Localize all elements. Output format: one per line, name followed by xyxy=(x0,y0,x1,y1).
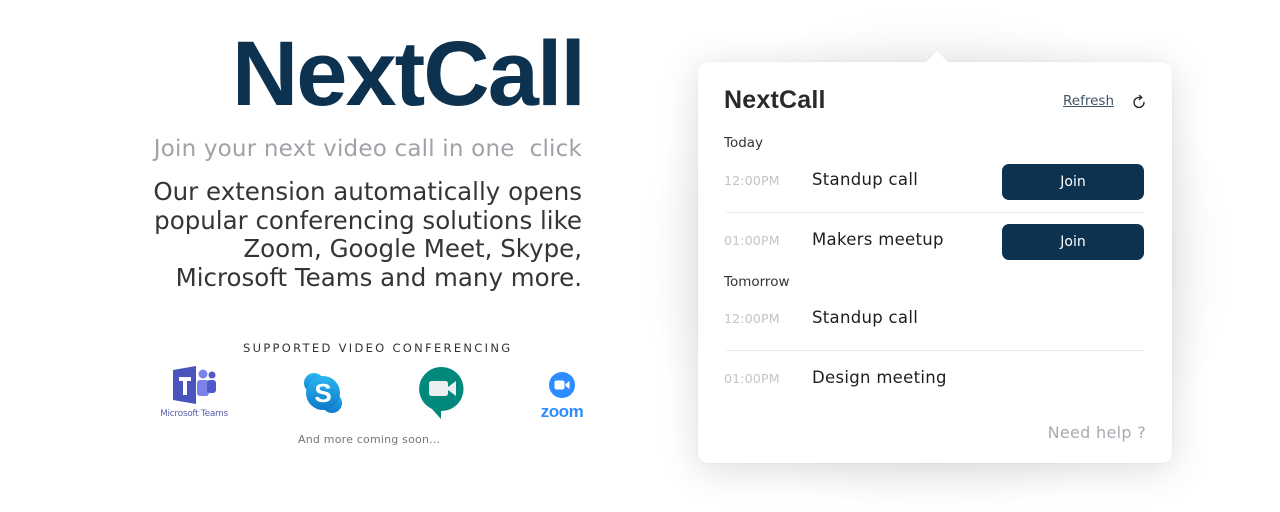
event-time: 01:00PM xyxy=(724,371,780,386)
event-row: 12:00PM Standup call xyxy=(724,302,1144,338)
zoom-icon xyxy=(549,372,575,398)
supported-title: SUPPORTED VIDEO CONFERENCING xyxy=(243,341,513,355)
event-row: 12:00PM Standup call Join xyxy=(724,164,1144,200)
join-button[interactable]: Join xyxy=(1002,164,1144,200)
logo-skype: S xyxy=(303,372,343,418)
refresh-icon[interactable] xyxy=(1130,93,1148,111)
join-button[interactable]: Join xyxy=(1002,224,1144,260)
description-line: popular conferencing solutions like xyxy=(154,205,582,235)
event-name: Standup call xyxy=(812,308,919,327)
event-time: 12:00PM xyxy=(724,311,780,326)
description-line: Microsoft Teams and many more. xyxy=(175,262,582,292)
event-row: 01:00PM Makers meetup Join xyxy=(724,224,1144,260)
teams-label: Microsoft Teams xyxy=(160,409,228,419)
google-meet-icon xyxy=(419,366,464,419)
hero-tagline: Join your next video call in one click xyxy=(153,136,582,162)
divider xyxy=(726,350,1144,351)
microsoft-teams-icon xyxy=(173,366,216,404)
event-name: Makers meetup xyxy=(812,230,944,249)
event-name: Standup call xyxy=(812,170,919,189)
hero-section: NextCall Join your next video call in on… xyxy=(0,0,600,512)
zoom-label: zoom xyxy=(540,402,584,421)
event-time: 12:00PM xyxy=(724,173,780,188)
extension-popup: NextCall Refresh Today 12:00PM Standup c… xyxy=(698,51,1172,463)
event-time: 01:00PM xyxy=(724,233,780,248)
popup-title: NextCall xyxy=(724,86,826,114)
section-label-tomorrow: Tomorrow xyxy=(724,274,790,290)
need-help-link[interactable]: Need help ? xyxy=(1048,423,1146,442)
logo-microsoft-teams: Microsoft Teams xyxy=(156,366,232,419)
skype-icon: S xyxy=(304,373,342,413)
section-label-today: Today xyxy=(724,135,764,151)
hero-title: NextCall xyxy=(231,23,586,125)
logo-zoom: zoom xyxy=(535,372,589,420)
svg-text:S: S xyxy=(314,378,331,408)
description-line: Zoom, Google Meet, Skype, xyxy=(243,234,582,263)
more-coming-soon: And more coming soon... xyxy=(298,433,441,446)
description-line: Our extension automatically opens xyxy=(153,177,582,206)
popup-arrow xyxy=(925,51,949,63)
logo-google-meet xyxy=(419,366,465,424)
event-row: 01:00PM Design meeting xyxy=(724,362,1144,398)
divider xyxy=(726,212,1144,213)
refresh-link[interactable]: Refresh xyxy=(1063,93,1114,109)
event-name: Design meeting xyxy=(812,368,947,387)
hero-description: Our extension automatically opens popula… xyxy=(62,177,582,292)
